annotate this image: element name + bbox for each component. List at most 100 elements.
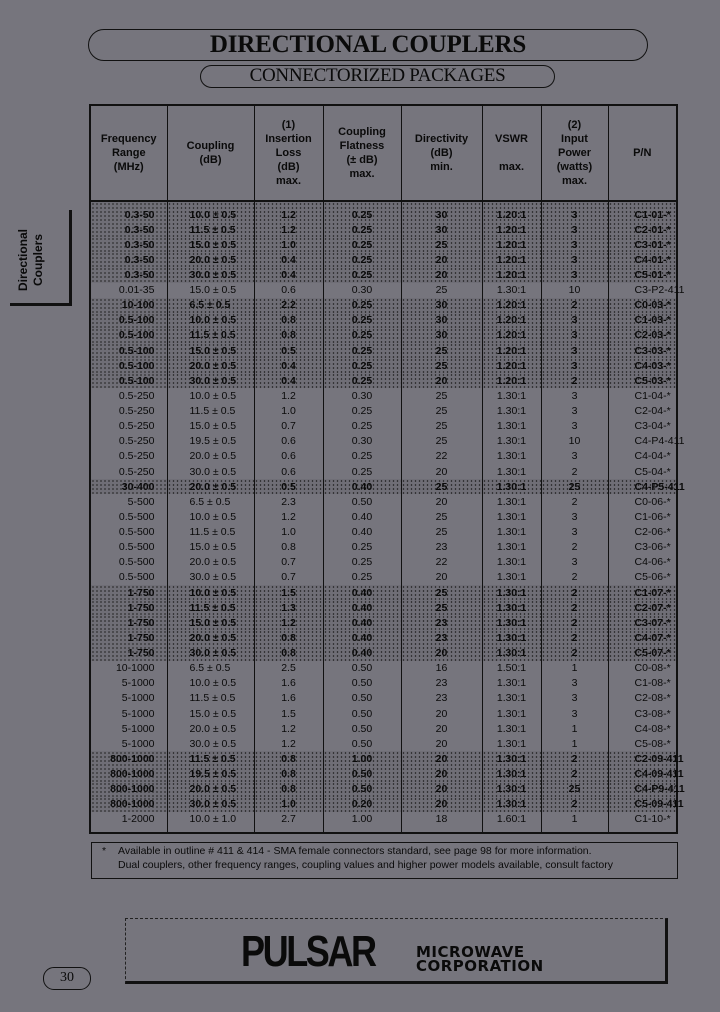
- footnote-asterisk: *: [102, 845, 107, 857]
- cell-input-power: 3: [540, 509, 609, 525]
- cell-vswr: 1.30:1: [481, 766, 542, 782]
- cell-coupling-flatness: 0.25: [322, 448, 402, 464]
- cell-frequency-range: 5-1000: [89, 675, 168, 691]
- cell-insertion-loss: 0.8: [253, 630, 324, 646]
- cell-coupling-flatness: 0.50: [322, 660, 402, 676]
- cell-part-number: C5-09-411: [607, 796, 684, 812]
- column-header-line: Power: [557, 147, 591, 159]
- cell-insertion-loss: 1.6: [253, 675, 324, 691]
- cell-frequency-range: 0.3-50: [89, 222, 168, 238]
- cell-directivity: 16: [400, 660, 483, 676]
- table-row: 1-750 11.5 ± 0.5 1.3 0.40 25 1.30:1 2 C2-07-*: [89, 600, 678, 616]
- cell-directivity: 25: [400, 600, 483, 616]
- cell-directivity: 22: [400, 448, 483, 464]
- cell-frequency-range: 0.5-250: [89, 448, 168, 464]
- column-header-line: VSWR: [495, 133, 528, 145]
- cell-directivity: 23: [400, 675, 483, 691]
- cell-input-power: 3: [540, 690, 609, 706]
- cell-insertion-loss: 0.4: [253, 358, 324, 374]
- cell-frequency-range: 800-1000: [89, 796, 168, 812]
- column-header-line: [485, 146, 539, 160]
- cell-input-power: 3: [540, 524, 609, 540]
- column-header-frequency-range: Frequency Range (MHz): [89, 104, 168, 202]
- cell-directivity: 20: [400, 751, 483, 767]
- table-row: 0.3-50 20.0 ± 0.5 0.4 0.25 20 1.20:1 3 C4-01-*: [89, 252, 678, 268]
- column-header-part-number: P/N: [607, 104, 678, 202]
- cell-part-number: C1-10-*: [607, 811, 678, 833]
- cell-vswr: 1.30:1: [481, 539, 542, 555]
- cell-directivity: 25: [400, 509, 483, 525]
- cell-coupling: 20.0 ± 0.5: [166, 630, 255, 646]
- cell-input-power: 3: [540, 448, 609, 464]
- cell-part-number: C3-08-*: [607, 706, 678, 722]
- cell-coupling: 11.5 ± 0.5: [166, 600, 255, 616]
- cell-input-power: 10: [540, 433, 609, 449]
- cell-coupling: 19.5 ± 0.5: [166, 766, 255, 782]
- column-header-line: (1): [281, 119, 296, 131]
- table-row: 0.5-500 20.0 ± 0.5 0.7 0.25 22 1.30:1 3 C4-06-*: [89, 554, 678, 570]
- cell-insertion-loss: 0.8: [253, 312, 324, 328]
- cell-coupling: 30.0 ± 0.5: [166, 373, 255, 389]
- table-row: 10-100 6.5 ± 0.5 2.2 0.25 30 1.20:1 2 C0-03-*: [89, 297, 678, 313]
- cell-vswr: 1.30:1: [481, 464, 542, 480]
- cell-vswr: 1.20:1: [481, 237, 542, 253]
- table-row: 0.5-100 11.5 ± 0.5 0.8 0.25 30 1.20:1 3 C2-03-*: [89, 327, 678, 343]
- cell-directivity: 25: [400, 585, 483, 601]
- table-row: 0.5-250 19.5 ± 0.5 0.6 0.30 25 1.30:1 10 C4-P4-…: [89, 433, 685, 449]
- cell-directivity: 20: [400, 736, 483, 752]
- cell-frequency-range: 1-750: [89, 615, 168, 631]
- cell-coupling: 10.0 ± 0.5: [166, 201, 255, 222]
- cell-part-number: C4-08-*: [607, 721, 678, 737]
- cell-insertion-loss: 0.5: [253, 343, 324, 359]
- column-header-insertion-loss: (1) Insertion Loss (dB) max.: [253, 104, 324, 202]
- cell-coupling: 10.0 ± 1.0: [166, 811, 255, 833]
- cell-coupling-flatness: 0.50: [322, 736, 402, 752]
- cell-vswr: 1.30:1: [481, 448, 542, 464]
- cell-vswr: 1.30:1: [481, 706, 542, 722]
- cell-coupling-flatness: 0.25: [322, 222, 402, 238]
- cell-coupling-flatness: 0.25: [322, 554, 402, 570]
- table-row: 5-1000 30.0 ± 0.5 1.2 0.50 20 1.30:1 1 C5-08-*: [89, 736, 678, 752]
- cell-coupling-flatness: 0.25: [322, 312, 402, 328]
- cell-frequency-range: 5-1000: [89, 736, 168, 752]
- cell-insertion-loss: 1.0: [253, 237, 324, 253]
- cell-part-number: C1-03-*: [607, 312, 678, 328]
- cell-coupling: 11.5 ± 0.5: [166, 327, 255, 343]
- cell-input-power: 3: [540, 343, 609, 359]
- cell-insertion-loss: 0.7: [253, 554, 324, 570]
- cell-frequency-range: 0.5-500: [89, 554, 168, 570]
- cell-coupling: 30.0 ± 0.5: [166, 267, 255, 283]
- cell-vswr: 1.20:1: [481, 201, 542, 222]
- cell-part-number: C5-07-*: [607, 645, 678, 661]
- table-row: 5-1000 20.0 ± 0.5 1.2 0.50 20 1.30:1 1 C4-08-*: [89, 721, 678, 737]
- cell-insertion-loss: 0.4: [253, 252, 324, 268]
- cell-coupling: 11.5 ± 0.5: [166, 524, 255, 540]
- cell-insertion-loss: 0.6: [253, 464, 324, 480]
- cell-input-power: 2: [540, 751, 609, 767]
- cell-frequency-range: 0.01-35: [89, 282, 168, 298]
- cell-part-number: C1-06-*: [607, 509, 678, 525]
- page-title: DIRECTIONAL COUPLERS: [209, 31, 527, 58]
- column-header-line: Directivity: [414, 133, 469, 145]
- cell-vswr: 1.30:1: [481, 736, 542, 752]
- column-header-line: Coupling: [338, 126, 386, 138]
- cell-part-number: C2-04-*: [607, 403, 678, 419]
- cell-input-power: 2: [540, 630, 609, 646]
- cell-part-number: C1-08-*: [607, 675, 678, 691]
- company-logo-box: PULSAR MICROWAVE CORPORATION: [125, 918, 668, 984]
- cell-coupling-flatness: 0.30: [322, 388, 402, 404]
- cell-coupling: 10.0 ± 0.5: [166, 675, 255, 691]
- table-row: 800-1000 19.5 ± 0.5 0.8 0.50 20 1.30:1 2 C4-09-…: [89, 766, 684, 782]
- cell-part-number: C4-P4-411: [607, 433, 685, 449]
- cell-insertion-loss: 0.8: [253, 539, 324, 555]
- column-header-line: max.: [498, 161, 525, 173]
- cell-input-power: 1: [540, 660, 609, 676]
- cell-directivity: 20: [400, 373, 483, 389]
- cell-input-power: 3: [540, 418, 609, 434]
- cell-input-power: 2: [540, 494, 609, 510]
- cell-coupling: 11.5 ± 0.5: [166, 222, 255, 238]
- cell-frequency-range: 10-1000: [89, 660, 168, 676]
- cell-insertion-loss: 1.5: [253, 706, 324, 722]
- cell-directivity: 30: [400, 297, 483, 313]
- table-body: 0.3-50 10.0 ± 0.5 1.2 0.25 30 1.20:1 3 C1-01-* 0…: [89, 201, 685, 833]
